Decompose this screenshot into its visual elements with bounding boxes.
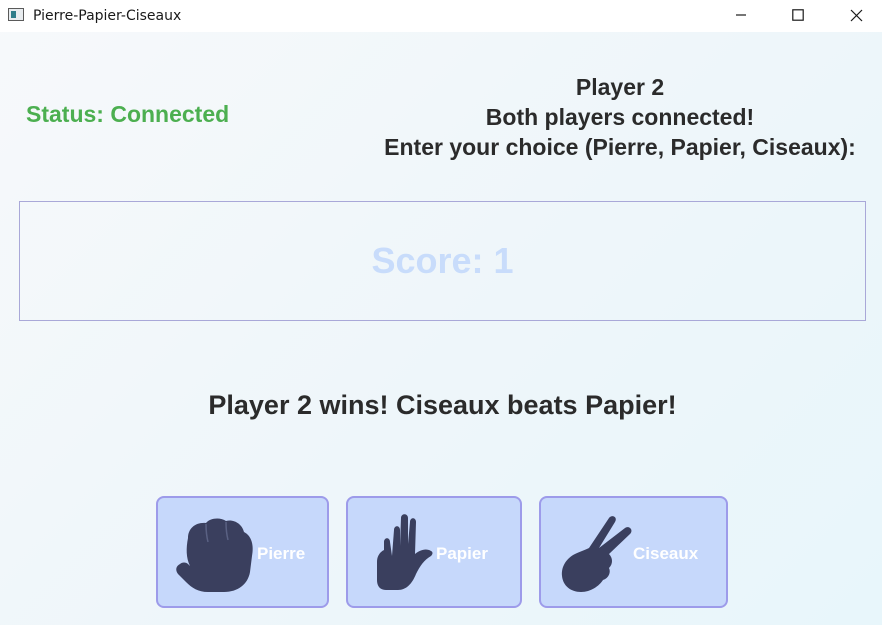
app-icon [8,8,24,21]
title-bar: Pierre-Papier-Ciseaux [0,0,882,32]
player-label: Player 2 [575,74,665,100]
round-result: Player 2 wins! Ciseaux beats Papier! [208,390,677,420]
fist-icon [176,518,253,592]
choice-prompt: Enter your choice (Pierre, Papier, Cisea… [384,134,856,160]
pierre-button[interactable]: Pierre [156,496,329,608]
papier-button[interactable]: Papier [346,496,522,608]
pierre-label: Pierre [257,544,306,563]
player-info: Player 2 Both players connected! Enter y… [360,72,880,162]
connection-message: Both players connected! [485,104,755,130]
ciseaux-button[interactable]: Ciseaux [539,496,728,608]
score-label: Score: 1 [371,240,514,281]
open-hand-icon [377,514,433,590]
maximize-button[interactable] [769,0,827,30]
scissors-hand-icon [561,516,632,592]
score-panel: Score: 1 [19,201,866,321]
ciseaux-label: Ciseaux [633,544,699,563]
papier-label: Papier [436,544,488,563]
minimize-button[interactable] [712,0,770,30]
maximize-icon [792,9,804,21]
close-icon [850,9,862,21]
window-title: Pierre-Papier-Ciseaux [33,8,182,24]
close-button[interactable] [827,0,882,30]
minimize-icon [736,14,746,16]
connection-status: Status: Connected [26,101,230,127]
